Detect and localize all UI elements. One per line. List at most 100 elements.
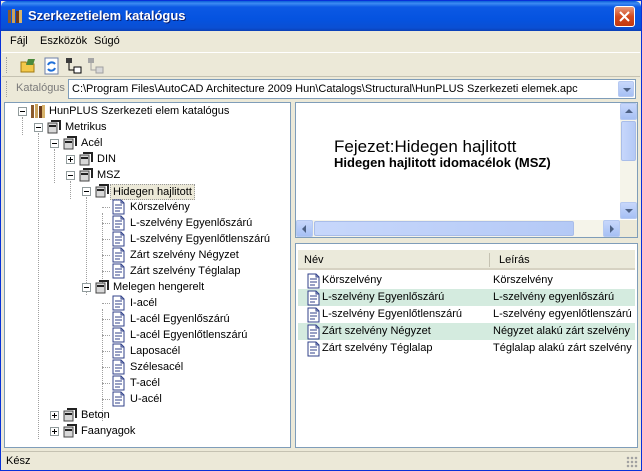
tree-label-concrete: Beton (81, 409, 110, 421)
profile-document-icon (307, 324, 320, 340)
list-header: Név Leírás (298, 250, 635, 270)
tree-add-icon[interactable] (64, 56, 84, 76)
tree-leaf-cold-formed[interactable]: L-szelvény Egyenlőtlenszárú (5, 231, 285, 247)
profile-document-icon (112, 215, 125, 231)
scroll-thumb[interactable] (314, 221, 574, 236)
tree-leaf-label: T-acél (130, 377, 160, 389)
expand-toggle[interactable] (50, 427, 59, 436)
tree-node-hot-rolled[interactable]: Melegen hengerelt (5, 279, 285, 295)
tree-node-msz[interactable]: MSZ (5, 167, 285, 183)
tree-leaf-label: I-acél (130, 297, 157, 309)
tree-leaf-cold-formed[interactable]: Körszelvény (5, 199, 285, 215)
collapse-toggle[interactable] (34, 123, 43, 132)
column-header-name[interactable]: Név (304, 254, 324, 266)
open-catalog-icon[interactable] (18, 56, 38, 76)
expand-toggle[interactable] (66, 155, 75, 164)
list-row[interactable]: Zárt szelvény Téglalap Téglalap alakú zár… (298, 340, 635, 357)
folder-beam-icon (95, 184, 109, 198)
preview-horizontal-scrollbar[interactable] (296, 220, 620, 237)
tree-node-wood[interactable]: Faanyagok (5, 423, 285, 439)
collapse-toggle[interactable] (18, 107, 27, 116)
collapse-toggle[interactable] (66, 171, 75, 180)
tree-node-cold-formed[interactable]: Hidegen hajlitott (5, 183, 285, 200)
scroll-right-icon[interactable] (603, 220, 620, 237)
tree-leaf-hot-rolled[interactable]: Laposacél (5, 343, 285, 359)
profile-document-icon (112, 199, 125, 215)
resize-grip-icon[interactable] (626, 456, 638, 468)
column-header-description[interactable]: Leírás (499, 254, 530, 266)
collapse-toggle[interactable] (50, 139, 59, 148)
list-row[interactable]: Zárt szelvény Négyzet Négyzet alakú zárt … (298, 323, 635, 340)
catalog-label: Katalógus (16, 82, 65, 94)
window-title: Szerkezetielem katalógus (28, 8, 186, 23)
profile-document-icon (112, 343, 125, 359)
scroll-left-icon[interactable] (296, 220, 313, 237)
toolbar (2, 52, 640, 77)
tree-node-din[interactable]: DIN (5, 151, 285, 167)
tree-link-icon[interactable] (86, 56, 106, 76)
folder-beam-icon (63, 424, 77, 438)
scroll-thumb[interactable] (621, 121, 636, 161)
tree-node-steel[interactable]: Acél (5, 135, 285, 151)
title-bar[interactable]: Szerkezetielem katalógus (1, 1, 641, 31)
list-row[interactable]: L-szelvény Egyenlőtlenszárú L-szelvény eg… (298, 306, 635, 323)
cell-name: L-szelvény Egyenlőtlenszárú (322, 308, 463, 320)
close-icon (619, 11, 630, 22)
item-list[interactable]: Név Leírás Körszelvény Körszelvény L-szelv… (295, 243, 638, 448)
folder-beam-icon (63, 136, 77, 150)
cell-description: Körszelvény (493, 274, 553, 286)
toolbar-grip[interactable] (6, 57, 9, 73)
catalog-bar-grip[interactable] (6, 81, 9, 97)
profile-document-icon (112, 327, 125, 343)
tree-leaf-label: Laposacél (130, 345, 181, 357)
catalog-tree[interactable]: HunPLUS Szerkezeti elem katalógus Metrik… (4, 102, 291, 448)
scroll-corner (620, 220, 637, 237)
chevron-down-icon[interactable] (618, 81, 634, 97)
collapse-toggle[interactable] (82, 283, 91, 292)
preview-vertical-scrollbar[interactable] (620, 103, 637, 219)
close-button[interactable] (614, 6, 635, 27)
profile-document-icon (112, 311, 125, 327)
catalog-path-combo[interactable]: C:\Program Files\AutoCAD Architecture 20… (68, 79, 636, 99)
profile-document-icon (307, 273, 320, 289)
expand-toggle[interactable] (50, 411, 59, 420)
catalog-bar: Katalógus C:\Program Files\AutoCAD Archi… (2, 78, 640, 100)
column-divider[interactable] (489, 253, 490, 267)
menu-file[interactable]: Fájl (10, 35, 28, 47)
cell-name: Zárt szelvény Négyzet (322, 325, 431, 337)
tree-leaf-cold-formed[interactable]: Zárt szelvény Téglalap (5, 263, 285, 279)
profile-document-icon (112, 231, 125, 247)
cell-description: Négyzet alakú zárt szelvény (493, 325, 630, 337)
tree-leaf-hot-rolled[interactable]: L-acél Egyenlőtlenszárú (5, 327, 285, 343)
tree-node-metric[interactable]: Metrikus (5, 119, 285, 135)
folder-beam-icon (79, 152, 93, 166)
tree-leaf-hot-rolled[interactable]: U-acél (5, 391, 285, 407)
preview-chapter-title: Fejezet:Hidegen hajlitott (334, 137, 517, 156)
tree-node-concrete[interactable]: Beton (5, 407, 285, 423)
tree-leaf-hot-rolled[interactable]: I-acél (5, 295, 285, 311)
tree-label-msz: MSZ (97, 169, 121, 181)
profile-document-icon (307, 290, 320, 306)
menu-tools[interactable]: Eszközök (40, 35, 87, 47)
refresh-icon[interactable] (42, 56, 62, 76)
tree-node-root[interactable]: HunPLUS Szerkezeti elem katalógus (5, 103, 285, 119)
tree-leaf-label: L-szelvény Egyenlőszárú (130, 217, 253, 229)
list-row[interactable]: L-szelvény Egyenlőszárú L-szelvény egyenl… (298, 289, 635, 306)
catalog-window: Szerkezetielem katalógus Fájl Eszközök S… (0, 0, 642, 471)
profile-document-icon (307, 341, 320, 357)
status-text: Kész (6, 455, 31, 467)
list-row[interactable]: Körszelvény Körszelvény (298, 272, 635, 289)
tree-leaf-cold-formed[interactable]: L-szelvény Egyenlőszárú (5, 215, 285, 231)
scroll-down-icon[interactable] (620, 202, 637, 219)
tree-leaf-label: Zárt szelvény Téglalap (130, 265, 241, 277)
scroll-up-icon[interactable] (620, 103, 637, 120)
collapse-toggle[interactable] (82, 187, 91, 196)
folder-beam-icon (79, 168, 93, 182)
profile-document-icon (112, 359, 125, 375)
tree-leaf-cold-formed[interactable]: Zárt szelvény Négyzet (5, 247, 285, 263)
menu-help[interactable]: Súgó (94, 35, 120, 47)
tree-label-cold-formed: Hidegen hajlitott (110, 184, 195, 200)
tree-leaf-hot-rolled[interactable]: T-acél (5, 375, 285, 391)
tree-leaf-hot-rolled[interactable]: L-acél Egyenlőszárú (5, 311, 285, 327)
tree-leaf-hot-rolled[interactable]: Szélesacél (5, 359, 285, 375)
